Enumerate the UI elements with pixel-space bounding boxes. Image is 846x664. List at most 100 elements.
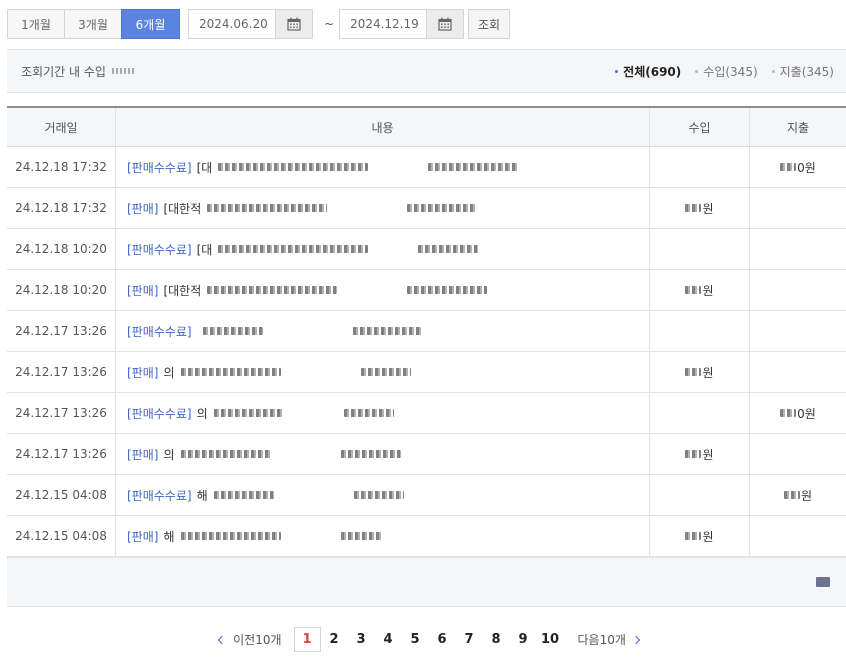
page-7-button[interactable]: 7 <box>456 627 483 652</box>
redacted-text <box>218 163 369 171</box>
row-title: 의 <box>163 447 175 462</box>
filter-income[interactable]: 수입(345) <box>695 63 758 80</box>
row-category[interactable]: [판매] <box>127 200 158 217</box>
row-category[interactable]: [판매수수료] <box>127 323 192 340</box>
row-content[interactable]: [판매] 해 <box>116 516 650 556</box>
income-unit: 원 <box>702 365 714 380</box>
row-title: [대한적 <box>163 201 202 216</box>
chevron-right-icon <box>631 635 641 644</box>
row-date: 24.12.15 04:08 <box>7 516 116 556</box>
table-row[interactable]: 24.12.17 13:26 [판매] 의 원 <box>7 434 846 475</box>
row-content[interactable]: [판매] [대한적 <box>116 188 650 228</box>
row-expense <box>750 229 846 269</box>
page-5-button[interactable]: 5 <box>402 627 429 652</box>
row-category[interactable]: [판매] <box>127 282 158 299</box>
row-content[interactable]: [판매수수료] <box>116 311 650 351</box>
table-row[interactable]: 24.12.18 10:20 [판매] [대한적 원 <box>7 270 846 311</box>
row-income <box>650 229 750 269</box>
table-row[interactable]: 24.12.15 04:08 [판매] 해 원 <box>7 516 846 557</box>
start-date-input[interactable] <box>189 10 275 38</box>
row-content[interactable]: [판매수수료] 의 <box>116 393 650 433</box>
next-10-label: 다음10개 <box>577 633 626 647</box>
row-date: 24.12.18 10:20 <box>7 229 116 269</box>
row-content[interactable]: [판매수수료] [대 <box>116 147 650 187</box>
row-content[interactable]: [판매] 의 <box>116 434 650 474</box>
row-title: [대 <box>196 160 213 175</box>
calendar-icon[interactable] <box>426 10 464 38</box>
type-filters: 전체(690) 수입(345) 지출(345) <box>615 63 834 80</box>
page-4-button[interactable]: 4 <box>375 627 402 652</box>
redacted-amount <box>685 204 702 212</box>
row-income <box>650 147 750 187</box>
page-1-button[interactable]: 1 <box>293 627 321 652</box>
row-category[interactable]: [판매] <box>127 446 158 463</box>
period-toolbar: 1개월 3개월 6개월 ~ <box>7 9 511 39</box>
row-title: 해 <box>196 488 208 503</box>
pagination: 이전10개 1 2 3 4 5 6 7 8 9 10 다음10개 <box>0 627 846 652</box>
filter-expense[interactable]: 지출(345) <box>771 63 834 80</box>
bullet-icon <box>695 69 699 73</box>
table-row[interactable]: 24.12.18 17:32 [판매] [대한적 원 <box>7 188 846 229</box>
table-row[interactable]: 24.12.15 04:08 [판매수수료] 해 원 <box>7 475 846 516</box>
table-row[interactable]: 24.12.17 13:26 [판매] 의 원 <box>7 352 846 393</box>
bullet-icon <box>615 69 619 73</box>
row-category[interactable]: [판매수수료] <box>127 487 192 504</box>
table-body: 24.12.18 17:32 [판매수수료] [대 0원 24.12.18 17:32[… <box>7 147 846 557</box>
header-date: 거래일 <box>7 108 116 146</box>
next-10-button[interactable]: 다음10개 <box>577 631 641 648</box>
row-income <box>650 393 750 433</box>
redacted-text <box>352 327 423 335</box>
period-6-months-button[interactable]: 6개월 <box>121 9 180 39</box>
expense-unit: 0원 <box>797 160 816 175</box>
row-content[interactable]: [판매] 의 <box>116 352 650 392</box>
row-category[interactable]: [판매수수료] <box>127 241 192 258</box>
row-income: 원 <box>650 270 750 310</box>
header-expense: 지출 <box>786 120 810 135</box>
end-date-input[interactable] <box>340 10 427 38</box>
row-content[interactable]: [판매] [대한적 <box>116 270 650 310</box>
period-1-month-button[interactable]: 1개월 <box>8 10 65 38</box>
redacted-text <box>180 368 281 376</box>
row-category[interactable]: [판매] <box>127 364 158 381</box>
page-9-button[interactable]: 9 <box>510 627 537 652</box>
redacted-text <box>360 368 411 376</box>
page-8-button[interactable]: 8 <box>483 627 510 652</box>
period-3-months-button[interactable]: 3개월 <box>65 10 122 38</box>
filter-all[interactable]: 전체(690) <box>615 63 681 80</box>
row-income: 원 <box>650 188 750 228</box>
table-row[interactable]: 24.12.18 17:32 [판매수수료] [대 0원 <box>7 147 846 188</box>
table-row[interactable]: 24.12.17 13:26 [판매수수료] <box>7 311 846 352</box>
table-row[interactable]: 24.12.17 13:26 [판매수수료] 의 0원 <box>7 393 846 434</box>
row-category[interactable]: [판매수수료] <box>127 405 192 422</box>
page-numbers: 1 2 3 4 5 6 7 8 9 10 <box>293 627 564 652</box>
filter-income-label: 수입(345) <box>703 64 758 79</box>
row-date: 24.12.18 10:20 <box>7 270 116 310</box>
summary-label: 조회기간 내 수입 <box>21 63 134 80</box>
row-date: 24.12.17 13:26 <box>7 434 116 474</box>
page-2-button[interactable]: 2 <box>321 627 348 652</box>
page-3-button[interactable]: 3 <box>348 627 375 652</box>
expense-unit: 원 <box>800 488 813 503</box>
prev-10-button[interactable]: 이전10개 <box>217 631 282 648</box>
total-bar <box>7 557 846 607</box>
row-category[interactable]: [판매수수료] <box>127 159 192 176</box>
table-row[interactable]: 24.12.18 10:20 [판매수수료] [대 <box>7 229 846 270</box>
row-category[interactable]: [판매] <box>127 528 158 545</box>
search-button[interactable]: 조회 <box>468 9 511 39</box>
page-6-button[interactable]: 6 <box>429 627 456 652</box>
bullet-icon <box>771 69 775 73</box>
table-header: 거래일 내용 수입 지출 <box>7 108 846 147</box>
row-content[interactable]: [판매수수료] [대 <box>116 229 650 269</box>
redacted-text <box>418 245 479 253</box>
page-10-button[interactable]: 10 <box>537 627 564 652</box>
row-expense <box>750 434 846 474</box>
row-date: 24.12.15 04:08 <box>7 475 116 515</box>
calendar-icon[interactable] <box>275 10 312 38</box>
row-title: [대한적 <box>163 283 202 298</box>
row-content[interactable]: [판매수수료] 해 <box>116 475 650 515</box>
redacted-amount <box>111 68 134 74</box>
row-expense <box>750 516 846 556</box>
row-expense: 원 <box>750 475 846 515</box>
row-income <box>650 475 750 515</box>
income-unit: 원 <box>702 447 714 462</box>
